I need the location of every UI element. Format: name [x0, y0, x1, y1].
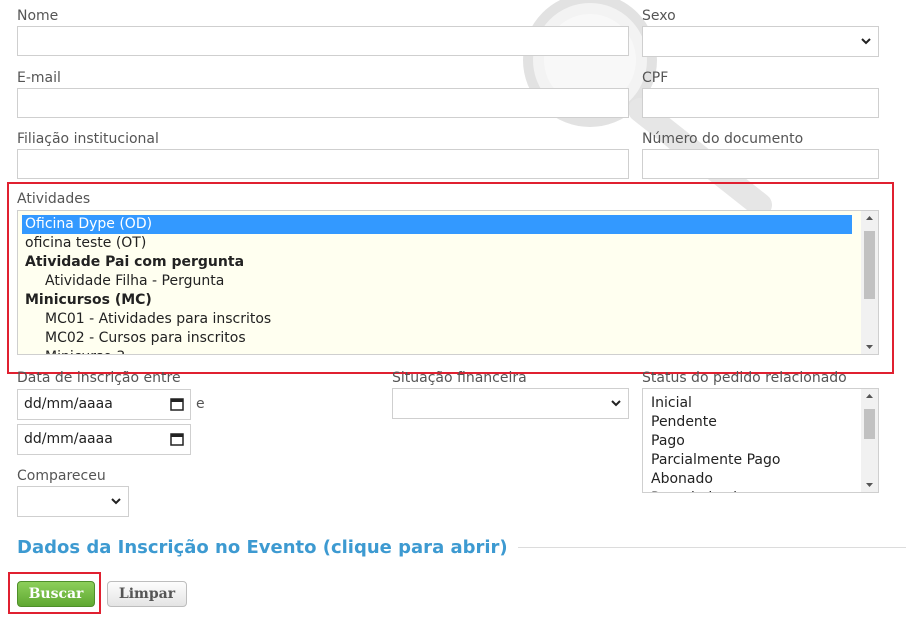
filiacao-label: Filiação institucional	[17, 131, 159, 147]
atividades-label: Atividades	[17, 191, 91, 207]
scroll-down-icon[interactable]	[861, 478, 878, 492]
email-input[interactable]	[17, 88, 629, 118]
nome-label: Nome	[17, 8, 59, 24]
status-pedido-option[interactable]: Inicial	[648, 394, 858, 413]
data-inscricao-to-value: dd/mm/aaaa	[24, 431, 113, 447]
cpf-label: CPF	[642, 70, 669, 86]
calendar-icon[interactable]	[170, 432, 184, 446]
atividade-option[interactable]: Minicurso 3	[22, 348, 852, 354]
numero-documento-input[interactable]	[642, 149, 879, 179]
atividades-listbox[interactable]: Oficina Dype (OD) oficina teste (OT) Ativi…	[17, 210, 879, 355]
sexo-label: Sexo	[642, 8, 676, 24]
nome-input[interactable]	[17, 26, 629, 56]
atividade-option[interactable]: Atividade Pai com pergunta	[22, 253, 852, 272]
data-inscricao-from-input[interactable]: dd/mm/aaaa	[17, 389, 191, 420]
status-pedido-option[interactable]: Abonado	[648, 470, 858, 489]
atividade-option[interactable]: MC02 - Cursos para inscritos	[22, 329, 852, 348]
calendar-icon[interactable]	[170, 397, 184, 411]
email-label: E-mail	[17, 70, 61, 86]
chevron-down-icon	[611, 400, 621, 407]
atividade-option[interactable]: Oficina Dype (OD)	[22, 215, 852, 234]
atividade-option[interactable]: Atividade Filha - Pergunta	[22, 272, 852, 291]
status-pedido-option[interactable]: Reembolsado	[648, 489, 858, 492]
scroll-down-icon[interactable]	[861, 340, 878, 354]
scroll-up-icon[interactable]	[861, 389, 878, 403]
buscar-button[interactable]: Buscar	[17, 581, 95, 607]
status-pedido-option[interactable]: Pendente	[648, 413, 858, 432]
atividades-scrollbar[interactable]	[861, 211, 878, 354]
atividade-option[interactable]: MC01 - Atividades para inscritos	[22, 310, 852, 329]
situacao-financeira-label: Situação financeira	[392, 370, 527, 386]
filiacao-input[interactable]	[17, 149, 629, 179]
data-inscricao-label: Data de inscrição entre	[17, 370, 181, 386]
dados-inscricao-section-toggle[interactable]: Dados da Inscrição no Evento (clique par…	[17, 537, 508, 558]
atividade-option[interactable]: oficina teste (OT)	[22, 234, 852, 253]
atividade-option[interactable]: Minicursos (MC)	[22, 291, 852, 310]
status-pedido-label: Status do pedido relacionado	[642, 370, 847, 386]
data-inscricao-to-input[interactable]: dd/mm/aaaa	[17, 424, 191, 455]
limpar-button[interactable]: Limpar	[107, 581, 187, 607]
chevron-down-icon	[111, 498, 121, 505]
section-divider	[518, 547, 906, 548]
scroll-thumb[interactable]	[864, 409, 875, 439]
data-inscricao-from-value: dd/mm/aaaa	[24, 396, 113, 412]
scroll-thumb[interactable]	[864, 231, 875, 299]
situacao-financeira-select[interactable]	[392, 388, 629, 419]
scroll-up-icon[interactable]	[861, 211, 878, 225]
cpf-input[interactable]	[642, 88, 879, 118]
status-pedido-scrollbar[interactable]	[861, 389, 878, 492]
chevron-down-icon	[861, 38, 871, 45]
compareceu-label: Compareceu	[17, 468, 106, 484]
numero-documento-label: Número do documento	[642, 131, 804, 147]
compareceu-select[interactable]	[17, 486, 129, 517]
status-pedido-listbox[interactable]: Inicial Pendente Pago Parcialmente Pago Abon…	[642, 388, 879, 493]
status-pedido-option[interactable]: Parcialmente Pago	[648, 451, 858, 470]
sexo-select[interactable]	[642, 26, 879, 57]
status-pedido-option[interactable]: Pago	[648, 432, 858, 451]
data-inscricao-connector: e	[196, 396, 205, 412]
